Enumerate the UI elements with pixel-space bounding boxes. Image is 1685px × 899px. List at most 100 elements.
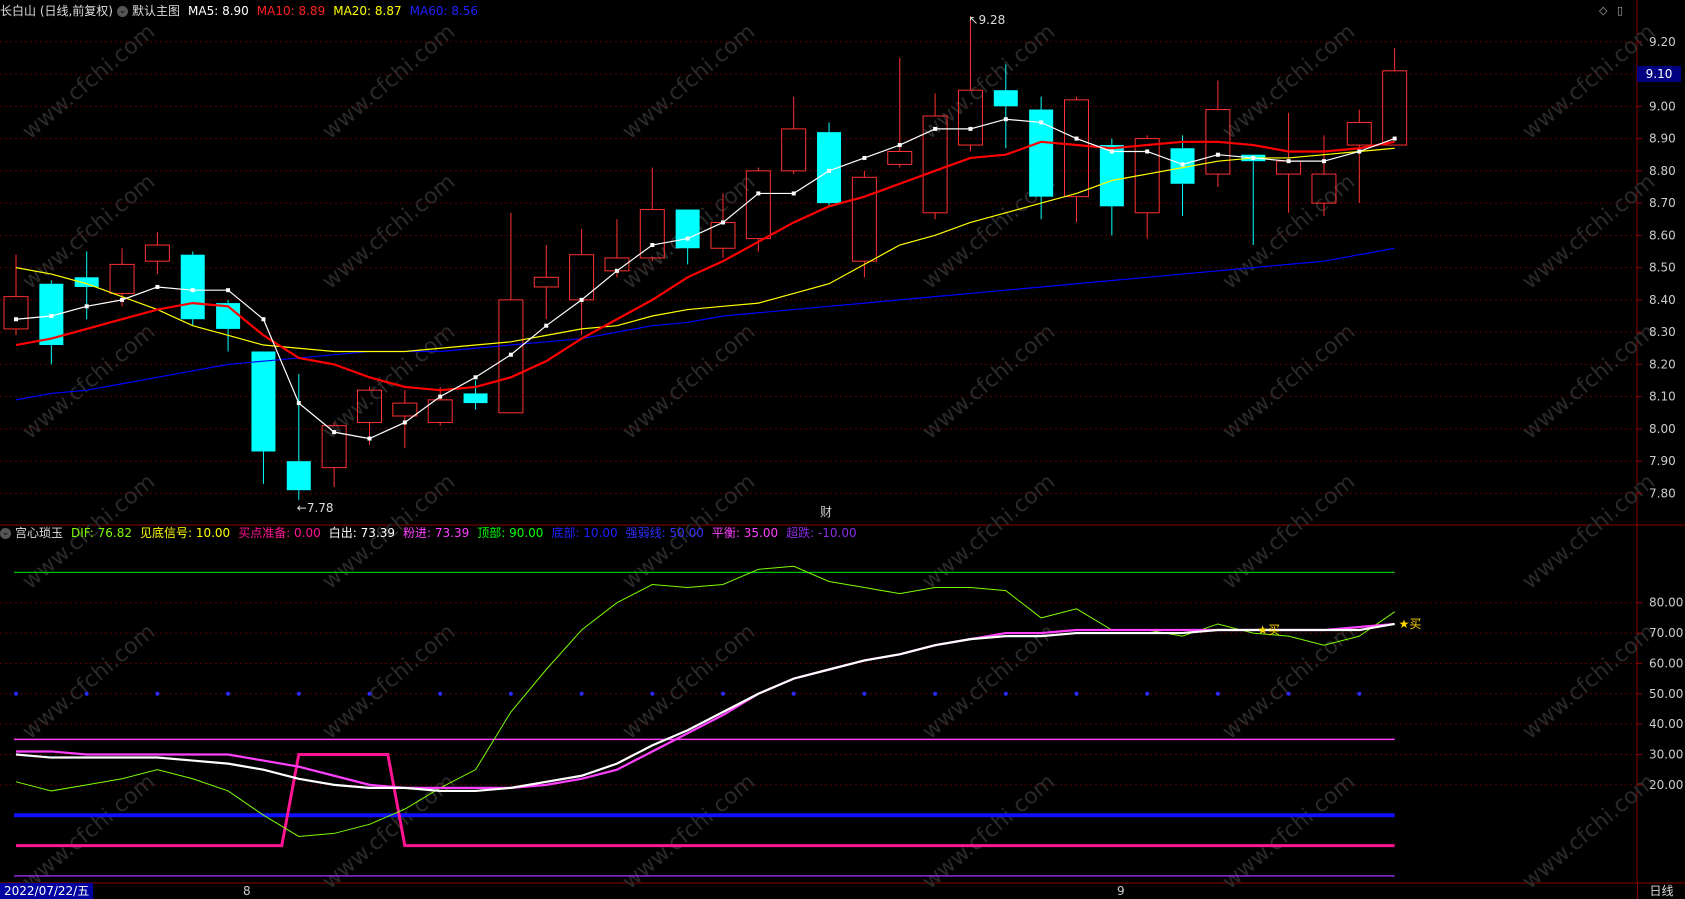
watermark-text: www.cfchi.com xyxy=(318,619,460,744)
strength-dot xyxy=(1074,691,1079,696)
main-label[interactable]: 默认主图 xyxy=(132,1,180,21)
ma60-value: MA60: 8.56 xyxy=(409,4,479,18)
collapse-icon[interactable]: ⌄ xyxy=(117,5,128,17)
ma5-line-point xyxy=(614,268,619,273)
price-tick-label: 8.10 xyxy=(1649,390,1676,404)
price-tick-label: 8.70 xyxy=(1649,196,1676,210)
strength-dot xyxy=(367,691,372,696)
indicator-header: ⌄ 宫心琐玉 DIF: 76.82 见底信号: 10.00 买点准备: 0.00 白出… xyxy=(0,523,865,543)
ma5-value: MA5: 8.90 xyxy=(188,4,249,18)
main-chart-header: 长白山 (日线,前复权) ⌄ 默认主图 MA5: 8.90 MA10: 8.89… xyxy=(0,1,486,21)
ma5-line-point xyxy=(650,243,655,248)
strength-dot xyxy=(579,691,584,696)
ma5-line-point xyxy=(862,155,867,160)
indicator-tick-label: 30.00 xyxy=(1649,748,1683,762)
ma5-line-point xyxy=(968,126,973,131)
ma5-line-point xyxy=(1215,152,1220,157)
collapse-icon[interactable]: ⌄ xyxy=(0,527,11,539)
price-tick-label: 8.00 xyxy=(1649,422,1676,436)
stock-title[interactable]: 长白山 (日线,前复权) xyxy=(0,1,113,21)
ma5-line-point xyxy=(685,236,690,241)
strength-dot xyxy=(791,691,796,696)
date-axis: 2022/07/22/五 8 9 日线 xyxy=(0,883,1685,899)
indicator-values: DIF: 76.82 见底信号: 10.00 买点准备: 0.00 白出: 73.39… xyxy=(71,523,865,543)
strength-dot xyxy=(1145,691,1150,696)
candle-body xyxy=(392,402,418,417)
ma5-line-point xyxy=(933,126,938,131)
ma5-line-point xyxy=(84,304,89,309)
strength-dot xyxy=(508,691,513,696)
candle-body xyxy=(463,393,488,404)
ma5-line-point xyxy=(49,314,54,318)
ma5-line-point xyxy=(721,220,725,225)
ma5-line-point xyxy=(261,317,266,322)
ma5-line-point xyxy=(544,323,549,328)
chart-canvas[interactable]: www.cfchi.com www.cfchi.com www.cfchi.com w… xyxy=(0,0,1685,899)
ma5-line-point xyxy=(1321,159,1326,164)
first-date: 2022/07/22/五 xyxy=(0,883,94,899)
watermark-text: www.cfchi.com xyxy=(1218,619,1360,744)
candle-body xyxy=(251,351,276,452)
ma5-line-point xyxy=(756,191,761,196)
watermark-text: www.cfchi.com xyxy=(318,19,460,144)
ma5-line-point xyxy=(1003,117,1008,122)
indicator-value-7: 强弱线: 50.00 xyxy=(625,526,704,540)
ma5-line-point xyxy=(1039,120,1044,125)
watermark-text: www.cfchi.com xyxy=(318,169,460,294)
strength-dot xyxy=(1003,691,1008,696)
price-tick-label: 8.60 xyxy=(1649,228,1676,242)
buy-star-marker: ★买 xyxy=(1399,617,1422,631)
indicator-value-9: 超跌: -10.00 xyxy=(786,526,857,540)
candle-body xyxy=(3,296,29,330)
watermark-text: www.cfchi.com xyxy=(1518,169,1660,294)
ma5-line-point xyxy=(438,394,443,399)
ma10-value: MA10: 8.89 xyxy=(256,4,326,18)
ma5-line-point xyxy=(14,317,18,322)
candle-body xyxy=(781,128,807,172)
ma5-line-point xyxy=(579,297,584,302)
candle-body xyxy=(533,276,559,288)
candle-body xyxy=(1346,121,1372,146)
ma5-line-point xyxy=(1109,149,1114,154)
ma5-line-point xyxy=(1145,149,1150,154)
indicator-value-2: 买点准备: 0.00 xyxy=(238,526,321,540)
ma5-line-point xyxy=(1180,162,1185,167)
watermark-text: www.cfchi.com xyxy=(18,319,160,444)
candle-body xyxy=(887,150,913,165)
strength-dot xyxy=(650,691,655,696)
watermark-text: www.cfchi.com xyxy=(618,319,760,444)
price-tick-label: 8.40 xyxy=(1649,293,1676,307)
indicator-tick-label: 40.00 xyxy=(1649,717,1683,731)
period-selector[interactable]: 日线 xyxy=(1637,883,1685,899)
dif-line xyxy=(15,565,1395,837)
strength-dot xyxy=(721,691,725,696)
ma5-line-point xyxy=(332,430,337,435)
ma5-line-point xyxy=(155,284,160,289)
price-tick-label: 8.50 xyxy=(1649,261,1676,275)
watermark-text: www.cfchi.com xyxy=(1518,469,1660,594)
indicator-tick-label: 70.00 xyxy=(1649,626,1683,640)
current-price-tag: 9.10 xyxy=(1637,66,1681,82)
strength-dot xyxy=(438,691,443,696)
strength-dot xyxy=(1215,691,1220,696)
candle-body xyxy=(144,244,170,262)
indicator-value-5: 顶部: 90.00 xyxy=(477,526,544,540)
watermark-text: www.cfchi.com xyxy=(1518,319,1660,444)
month-label-8: 8 xyxy=(243,884,251,898)
ma5-line-point xyxy=(1074,136,1079,141)
panel-toggle-icon[interactable]: ▯ xyxy=(1617,4,1623,17)
indicator-name[interactable]: 宫心琐玉 xyxy=(15,523,63,543)
ma5-line-point xyxy=(1357,149,1362,154)
indicator-tick-label: 80.00 xyxy=(1649,596,1683,610)
ma5-line-point xyxy=(296,401,301,406)
diamond-icon[interactable]: ◇ xyxy=(1599,4,1607,17)
indicator-value-8: 平衡: 35.00 xyxy=(711,526,779,540)
ma5-line-point xyxy=(367,436,372,441)
price-tick-label: 9.20 xyxy=(1649,35,1676,49)
ma5-line-point xyxy=(508,352,513,357)
watermark-text: www.cfchi.com xyxy=(618,619,760,744)
month-label-9: 9 xyxy=(1117,884,1125,898)
price-tick-label: 8.80 xyxy=(1649,164,1676,178)
indicator-tick-label: 20.00 xyxy=(1649,778,1683,792)
watermark-text: www.cfchi.com xyxy=(18,169,160,294)
